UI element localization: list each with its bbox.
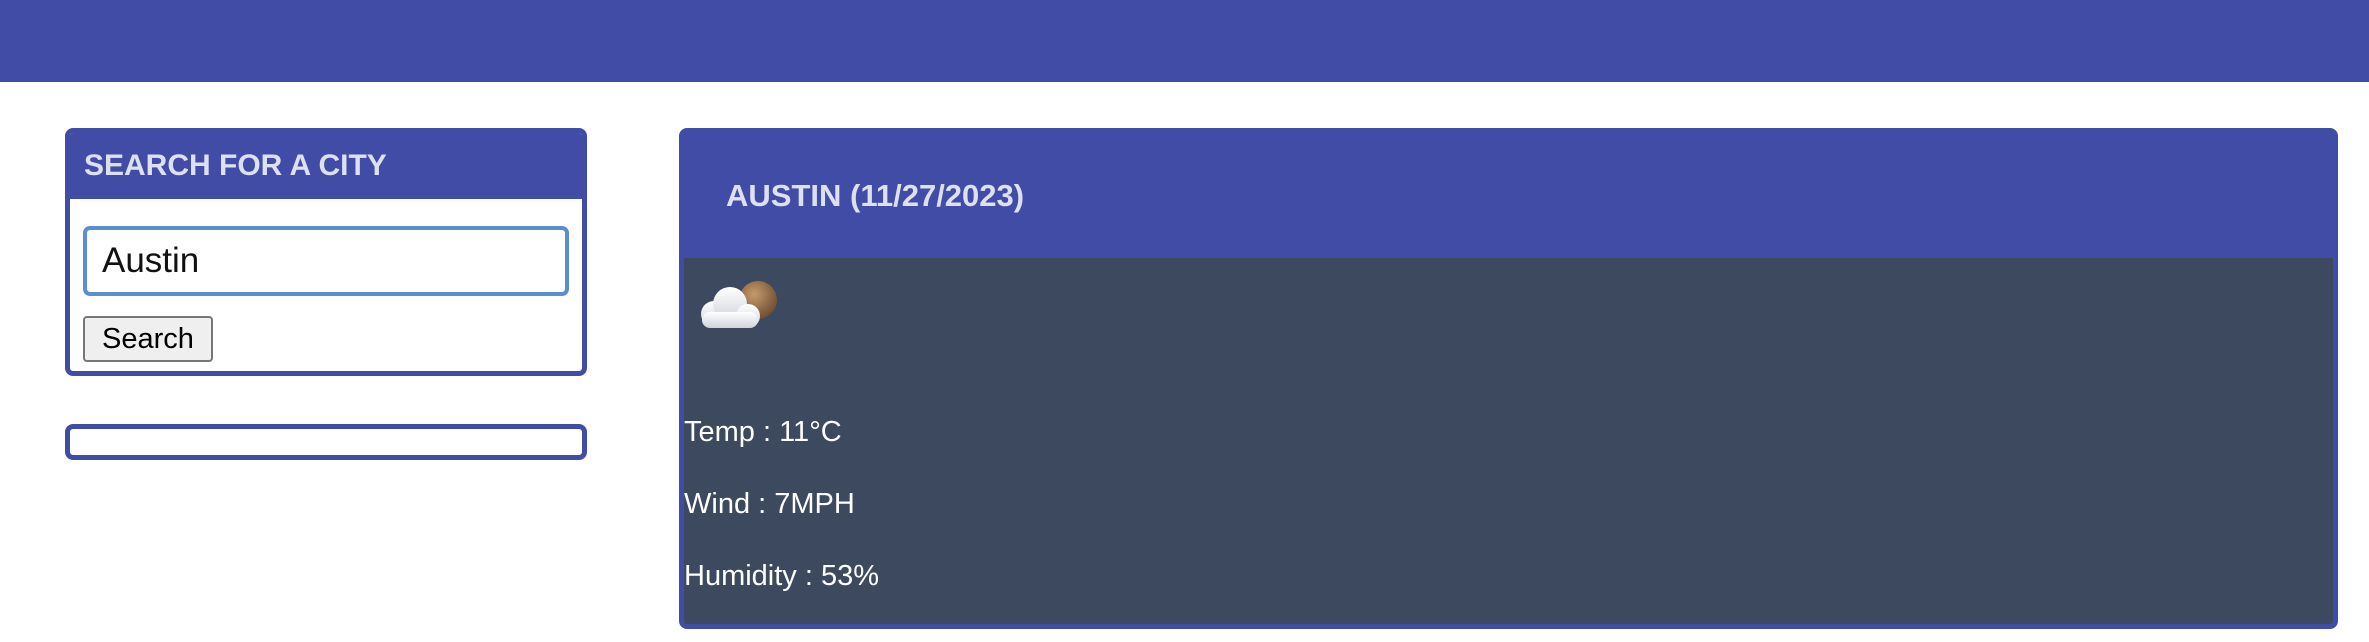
- city-search-input[interactable]: [83, 226, 569, 296]
- wind-text: Wind : 7MPH: [684, 488, 855, 520]
- search-button[interactable]: Search: [83, 316, 213, 362]
- humidity-text: Humidity : 53%: [684, 560, 880, 592]
- search-panel: SEARCH FOR A CITY Search: [65, 128, 587, 376]
- temperature-text: Temp : 11°C: [684, 416, 842, 448]
- search-panel-title: SEARCH FOR A CITY: [70, 133, 582, 199]
- top-banner: [0, 0, 2369, 82]
- cloud-icon: [701, 281, 777, 328]
- weather-city-date-title: AUSTIN (11/27/2023): [684, 133, 2333, 258]
- current-weather-card: AUSTIN (11/27/2023) Temp : 11°C Wind : 7…: [679, 128, 2338, 629]
- search-history-list: [65, 424, 587, 460]
